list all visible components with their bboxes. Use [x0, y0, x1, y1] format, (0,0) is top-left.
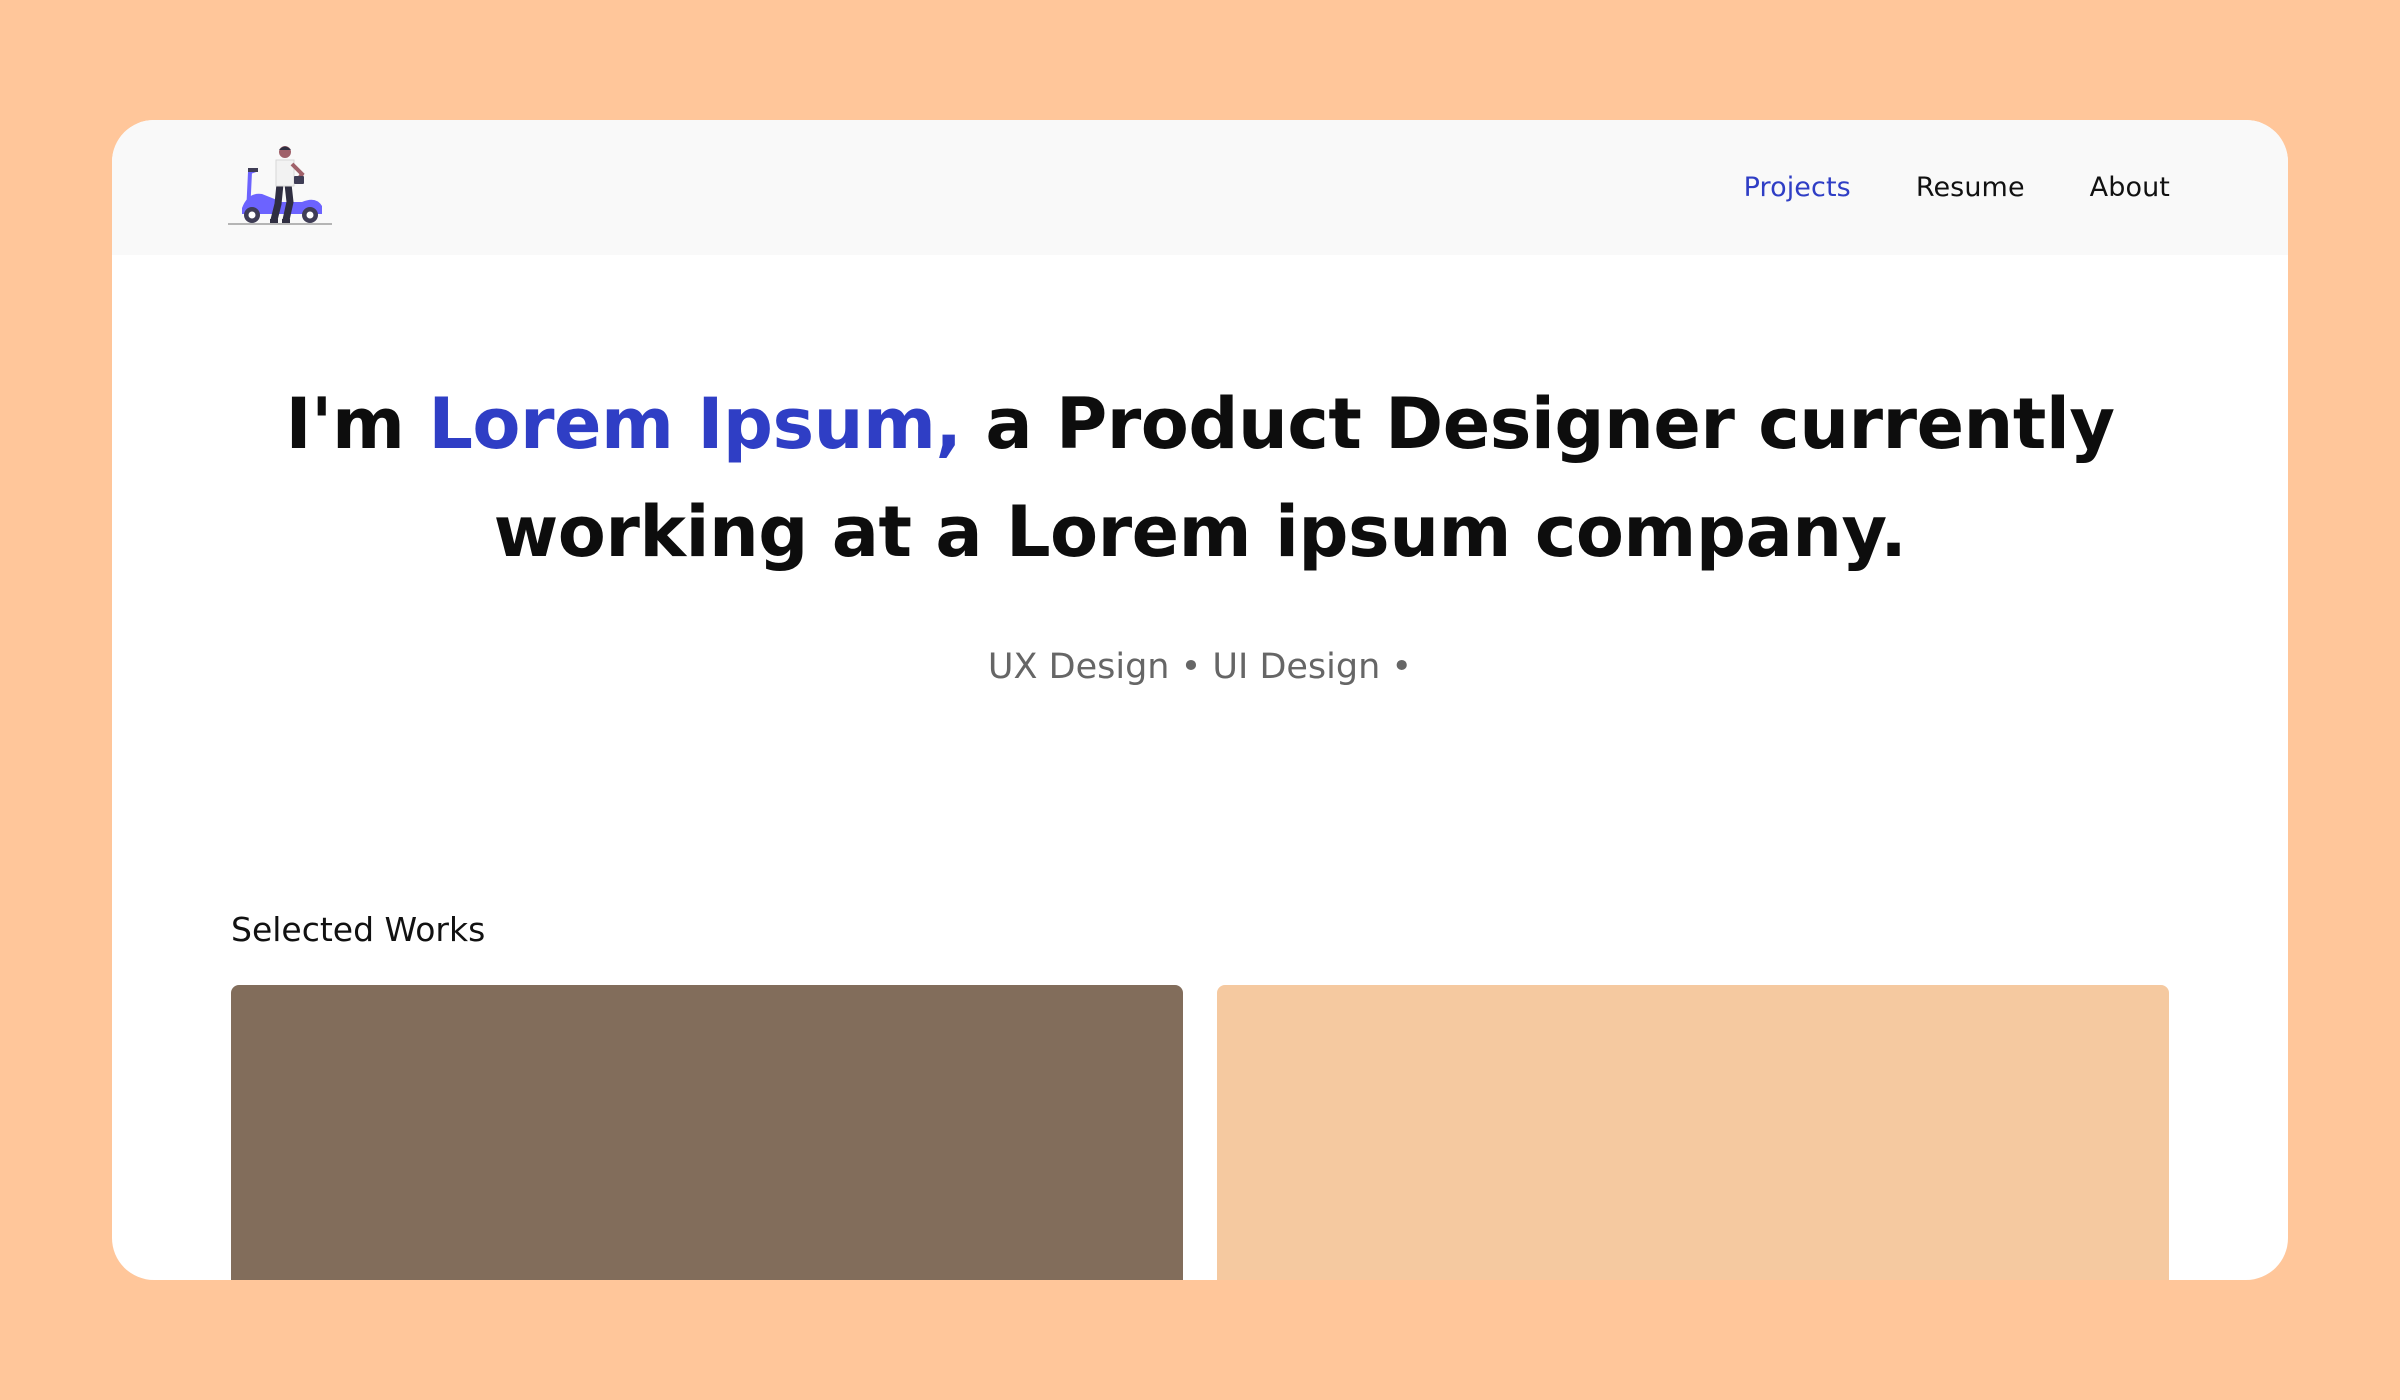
hero-heading: I'm Lorem Ipsum, a Product Designer curr…: [250, 370, 2150, 586]
person-on-scooter-icon[interactable]: [228, 144, 332, 236]
main-nav: Projects Resume About: [1679, 120, 2170, 255]
nav-link-projects[interactable]: Projects: [1744, 174, 1851, 201]
selected-works-title: Selected Works: [231, 910, 486, 949]
skill-tags: UX Design • UI Design •: [987, 647, 1413, 687]
nav-link-about[interactable]: About: [2090, 174, 2170, 201]
portfolio-window: Projects Resume About I'm Lorem Ipsum, a…: [112, 120, 2288, 1280]
project-card-2[interactable]: [1217, 985, 2169, 1280]
hero-section: I'm Lorem Ipsum, a Product Designer curr…: [112, 370, 2288, 586]
site-header: Projects Resume About: [112, 120, 2288, 255]
nav-link-resume[interactable]: Resume: [1916, 174, 2025, 201]
hero-intro: I'm: [285, 383, 429, 465]
hero-name: Lorem Ipsum,: [428, 383, 962, 465]
project-card-1[interactable]: [231, 985, 1183, 1280]
